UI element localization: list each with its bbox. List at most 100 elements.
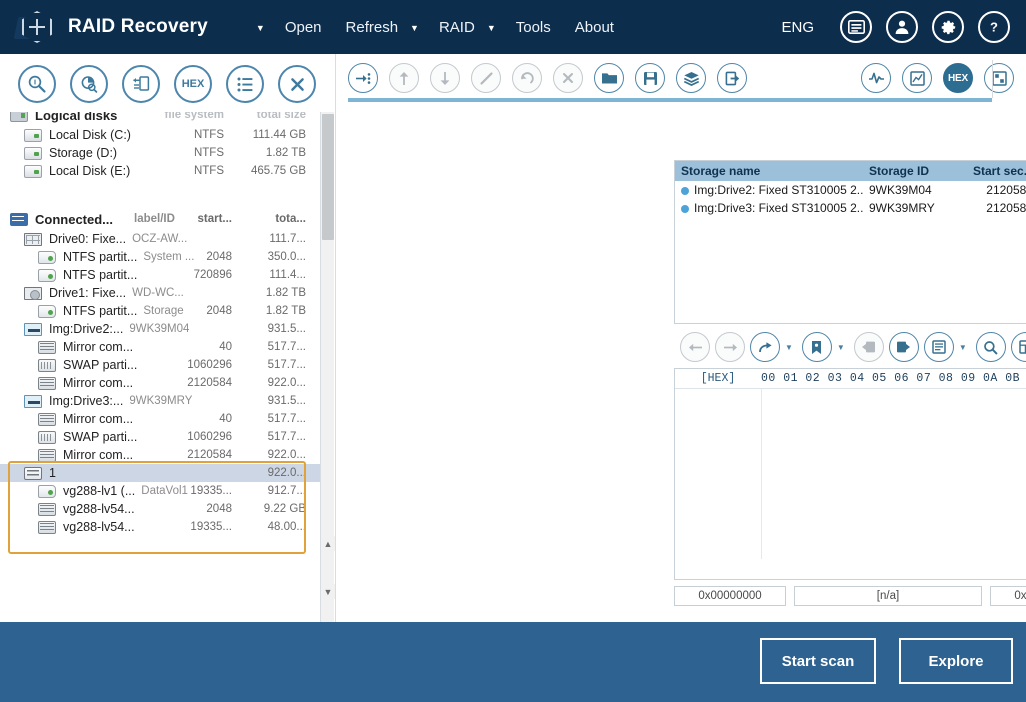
layout-grid-icon[interactable]	[984, 63, 1014, 93]
hex-content-area[interactable]	[675, 389, 1026, 559]
help-question-icon[interactable]: ?	[978, 11, 1010, 43]
edit-pencil-icon[interactable]	[471, 63, 501, 93]
tree-item-local-disk-e-[interactable]: Local Disk (E:) NTFS 465.75 GB	[0, 162, 320, 180]
tree-item-label: Drive1: Fixe...	[49, 286, 127, 300]
hex-viewer[interactable]: [HEX] 00 01 02 03 04 05 06 07 08 09 0A 0…	[674, 368, 1026, 580]
scroll-up-arrow-icon[interactable]: ▲	[321, 536, 335, 551]
bookmark-icon[interactable]	[801, 332, 832, 362]
nav-back-icon[interactable]	[680, 332, 710, 362]
tree-item-swap-parti-[interactable]: SWAP parti... 1060296 517.7...	[0, 356, 320, 374]
scan-magnifier-icon[interactable]	[18, 65, 56, 103]
cell-start-sector: 2120584	[986, 201, 1026, 215]
device-tree[interactable]: Logical disks file system total size Loc…	[0, 112, 336, 670]
tree-item-size: 1.82 TB	[265, 147, 306, 159]
table-row[interactable]: Img:Drive3: Fixed ST310005 2... 9WK39MRY…	[675, 199, 1026, 217]
chevron-down-icon-refresh[interactable]: ▼	[410, 23, 419, 33]
menu-item-refresh[interactable]: Refresh	[334, 15, 411, 40]
menu-item-tools[interactable]: Tools	[504, 15, 563, 40]
tree-item-swap-parti-[interactable]: SWAP parti... 1060296 517.7...	[0, 428, 320, 446]
tree-item-drive1-fixe-[interactable]: Drive1: Fixe... WD-WC... 1.82 TB	[0, 284, 320, 302]
close-icon[interactable]	[278, 65, 316, 103]
tree-item-id: Storage	[143, 305, 184, 317]
chart-icon[interactable]	[902, 63, 932, 93]
chevron-down-icon-goto[interactable]: ▼	[785, 343, 793, 352]
list-view-icon[interactable]	[226, 65, 264, 103]
chevron-down-icon-template[interactable]: ▼	[959, 343, 967, 352]
table-row[interactable]: Img:Drive2: Fixed ST310005 2... 9WK39M04…	[675, 181, 1026, 199]
table-view-icon[interactable]	[1010, 332, 1026, 362]
tree-item-mirror-com-[interactable]: Mirror com... 2120584 922.0...	[0, 446, 320, 464]
tree-item-vg288-lv54-[interactable]: vg288-lv54... 2048 9.22 GB	[0, 500, 320, 518]
tree-item-size: 111.4...	[269, 269, 306, 281]
move-down-icon[interactable]	[430, 63, 460, 93]
storages-table[interactable]: Storage name Storage ID Start sec... Cou…	[674, 160, 1026, 324]
tree-item-drive0-fixe-[interactable]: Drive0: Fixe... OCZ-AW... 111.7...	[0, 230, 320, 248]
start-scan-button[interactable]: Start scan	[760, 638, 876, 684]
selection-field[interactable]: [n/a]	[794, 586, 982, 606]
cursor-offset-field[interactable]: 0x00000000	[990, 586, 1026, 606]
layers-icon[interactable]	[676, 63, 706, 93]
move-up-icon[interactable]	[389, 63, 419, 93]
hex-toggle-icon[interactable]: HEX	[943, 63, 973, 93]
goto-offset-icon[interactable]	[750, 332, 780, 362]
tree-item-start: 2048	[206, 305, 232, 317]
chevron-down-icon-open[interactable]: ▼	[256, 23, 265, 33]
language-selector[interactable]: ENG	[781, 19, 814, 36]
template-list-icon[interactable]	[923, 332, 954, 362]
explore-button[interactable]: Explore	[899, 638, 1013, 684]
scrollbar-thumb[interactable]	[322, 114, 334, 240]
open-folder-icon[interactable]	[594, 63, 624, 93]
column-header-storage-id[interactable]: Storage ID	[863, 164, 967, 178]
chevron-down-icon-bookmark[interactable]: ▼	[837, 343, 845, 352]
tree-item-local-disk-c-[interactable]: Local Disk (C:) NTFS 111.44 GB	[0, 126, 320, 144]
tree-item-mirror-com-[interactable]: Mirror com... 40 517.7...	[0, 410, 320, 428]
device-tree-scrollbar[interactable]: ▲ ▼	[320, 112, 335, 670]
pulse-analysis-icon[interactable]	[861, 63, 891, 93]
undo-icon[interactable]	[512, 63, 542, 93]
export-icon[interactable]	[717, 63, 747, 93]
tree-item-storage-d-[interactable]: Storage (D:) NTFS 1.82 TB	[0, 144, 320, 162]
tree-item-img-drive3-[interactable]: Img:Drive3:... 9WK39MRY 931.5...	[0, 392, 320, 410]
find-magnifier-icon[interactable]	[975, 332, 1006, 362]
column-header-storage-name[interactable]: Storage name	[675, 164, 863, 178]
user-account-icon[interactable]	[886, 11, 918, 43]
tree-item-vg288-lv1-[interactable]: vg288-lv1 (... DataVol1 19335... 912.7..…	[0, 482, 320, 500]
menu-item-about[interactable]: About	[563, 15, 626, 40]
main-body: HEX Logical disks file system total size…	[0, 54, 1026, 670]
disk-analysis-icon[interactable]	[70, 65, 108, 103]
tree-group-connected-storages[interactable]: Connected... label/ID start... tota...	[0, 208, 320, 230]
storages-table-body[interactable]: Img:Drive2: Fixed ST310005 2... 9WK39M04…	[675, 181, 1026, 217]
tree-item-label: Local Disk (C:)	[49, 128, 131, 142]
remove-x-icon[interactable]	[553, 63, 583, 93]
tree-item-ntfs-partit-[interactable]: NTFS partit... 720896 111.4...	[0, 266, 320, 284]
tree-item-img-drive2-[interactable]: Img:Drive2:... 9WK39M04 931.5...	[0, 320, 320, 338]
device-tree-scroll-area[interactable]: Logical disks file system total size Loc…	[0, 112, 320, 670]
scroll-down-arrow-icon[interactable]: ▼	[321, 584, 335, 599]
tree-item-1-selected[interactable]: 1 922.0...	[0, 464, 320, 482]
menu-item-open[interactable]: Open	[273, 15, 334, 40]
jump-prev-icon[interactable]	[853, 332, 884, 362]
column-header-total-size: total size	[256, 112, 306, 121]
tree-item-mirror-com-[interactable]: Mirror com... 2120584 922.0...	[0, 374, 320, 392]
settings-gear-icon[interactable]	[932, 11, 964, 43]
create-image-icon[interactable]	[122, 65, 160, 103]
tree-item-mirror-com-[interactable]: Mirror com... 40 517.7...	[0, 338, 320, 356]
tree-item-ntfs-partit-[interactable]: NTFS partit... System ... 2048 350.0...	[0, 248, 320, 266]
tree-item-ntfs-partit-[interactable]: NTFS partit... Storage 2048 1.82 TB	[0, 302, 320, 320]
window-list-icon[interactable]	[840, 11, 872, 43]
arrange-storages-icon[interactable]	[348, 63, 378, 93]
tree-group-logical-disks[interactable]: Logical disks file system total size	[0, 112, 320, 126]
tree-item-vg288-lv54-[interactable]: vg288-lv54... 19335... 48.00...	[0, 518, 320, 536]
mirror-icon	[38, 448, 56, 462]
menu-item-raid[interactable]: RAID	[427, 15, 487, 40]
save-disk-icon[interactable]	[635, 63, 665, 93]
tree-item-filesystem: NTFS	[193, 147, 224, 159]
nav-forward-icon[interactable]	[715, 332, 745, 362]
offset-field[interactable]: 0x00000000	[674, 586, 786, 606]
tree-item-label: Mirror com...	[63, 412, 134, 426]
chevron-down-icon-raid[interactable]: ▼	[487, 23, 496, 33]
column-header-start-sector[interactable]: Start sec...	[967, 164, 1026, 178]
jump-next-icon[interactable]	[888, 332, 919, 362]
hex-view-icon[interactable]: HEX	[174, 65, 212, 103]
